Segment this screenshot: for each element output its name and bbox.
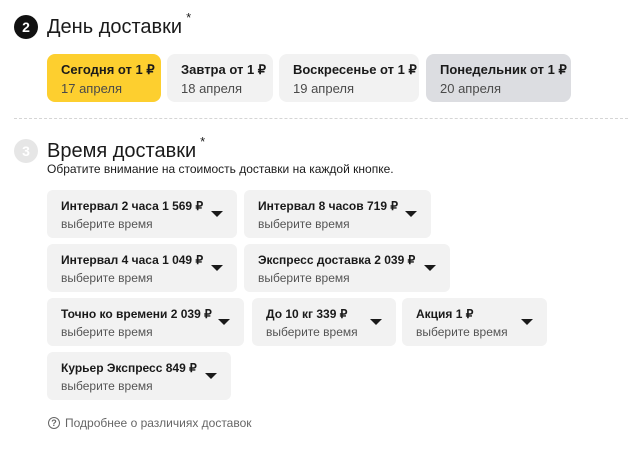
caret-down-icon [424,265,436,271]
step-number-3: 3 [14,139,38,163]
day-option-title: Завтра от 1 ₽ [181,62,267,77]
required-asterisk: * [200,133,206,149]
day-option-date: 18 апреля [181,81,242,96]
delivery-time-header: 3 Время доставки * [14,134,205,163]
delivery-day-title: День доставки * [47,10,191,39]
delivery-cost-note: Обратите внимание на стоимость доставки … [47,162,394,176]
interval-title: До 10 кг 339 ₽ [266,307,348,321]
caret-down-icon [370,319,382,325]
interval-title: Интервал 4 часа 1 049 ₽ [61,253,204,267]
day-option-date: 19 апреля [293,81,354,96]
more-info-link[interactable]: ? Подробнее о различиях доставок [48,416,252,430]
interval-title: Экспресс доставка 2 039 ₽ [258,253,416,267]
day-option-tomorrow[interactable]: Завтра от 1 ₽ 18 апреля [167,54,273,102]
interval-8h-button[interactable]: Интервал 8 часов 719 ₽ выберите время [244,190,431,238]
delivery-day-header: 2 День доставки * [14,10,191,39]
day-option-monday[interactable]: Понедельник от 1 ₽ 20 апреля [426,54,571,102]
day-option-date: 17 апреля [61,81,122,96]
interval-2h-button[interactable]: Интервал 2 часа 1 569 ₽ выберите время [47,190,237,238]
caret-down-icon [218,319,230,325]
up-to-10kg-button[interactable]: До 10 кг 339 ₽ выберите время [252,298,396,346]
step-number-2: 2 [14,15,38,39]
day-option-date: 20 апреля [440,81,501,96]
interval-title: Акция 1 ₽ [416,307,474,321]
interval-hint: выберите время [258,217,350,231]
exact-time-button[interactable]: Точно ко времени 2 039 ₽ выберите время [47,298,244,346]
express-delivery-button[interactable]: Экспресс доставка 2 039 ₽ выберите время [244,244,450,292]
caret-down-icon [405,211,417,217]
interval-hint: выберите время [61,379,153,393]
interval-title: Интервал 2 часа 1 569 ₽ [61,199,204,213]
interval-title: Интервал 8 часов 719 ₽ [258,199,398,213]
delivery-time-title: Время доставки * [47,134,205,163]
section-divider [14,118,628,119]
interval-hint: выберите время [61,217,153,231]
caret-down-icon [211,211,223,217]
caret-down-icon [521,319,533,325]
day-option-title: Воскресенье от 1 ₽ [293,62,417,77]
day-option-today[interactable]: Сегодня от 1 ₽ 17 апреля [47,54,161,102]
caret-down-icon [211,265,223,271]
interval-title: Точно ко времени 2 039 ₽ [61,307,212,321]
interval-title: Курьер Экспресс 849 ₽ [61,361,197,375]
day-option-title: Сегодня от 1 ₽ [61,62,155,77]
interval-hint: выберите время [61,325,153,339]
promo-button[interactable]: Акция 1 ₽ выберите время [402,298,547,346]
interval-hint: выберите время [416,325,508,339]
required-asterisk: * [186,9,192,25]
delivery-day-title-text: День доставки [47,15,183,38]
interval-hint: выберите время [266,325,358,339]
caret-down-icon [205,373,217,379]
interval-4h-button[interactable]: Интервал 4 часа 1 049 ₽ выберите время [47,244,237,292]
courier-express-button[interactable]: Курьер Экспресс 849 ₽ выберите время [47,352,231,400]
question-circle-icon: ? [48,417,60,429]
interval-hint: выберите время [258,271,350,285]
more-info-link-text: Подробнее о различиях доставок [65,416,252,430]
delivery-time-title-text: Время доставки [47,139,197,162]
day-option-sunday[interactable]: Воскресенье от 1 ₽ 19 апреля [279,54,419,102]
day-option-title: Понедельник от 1 ₽ [440,62,567,77]
interval-hint: выберите время [61,271,153,285]
